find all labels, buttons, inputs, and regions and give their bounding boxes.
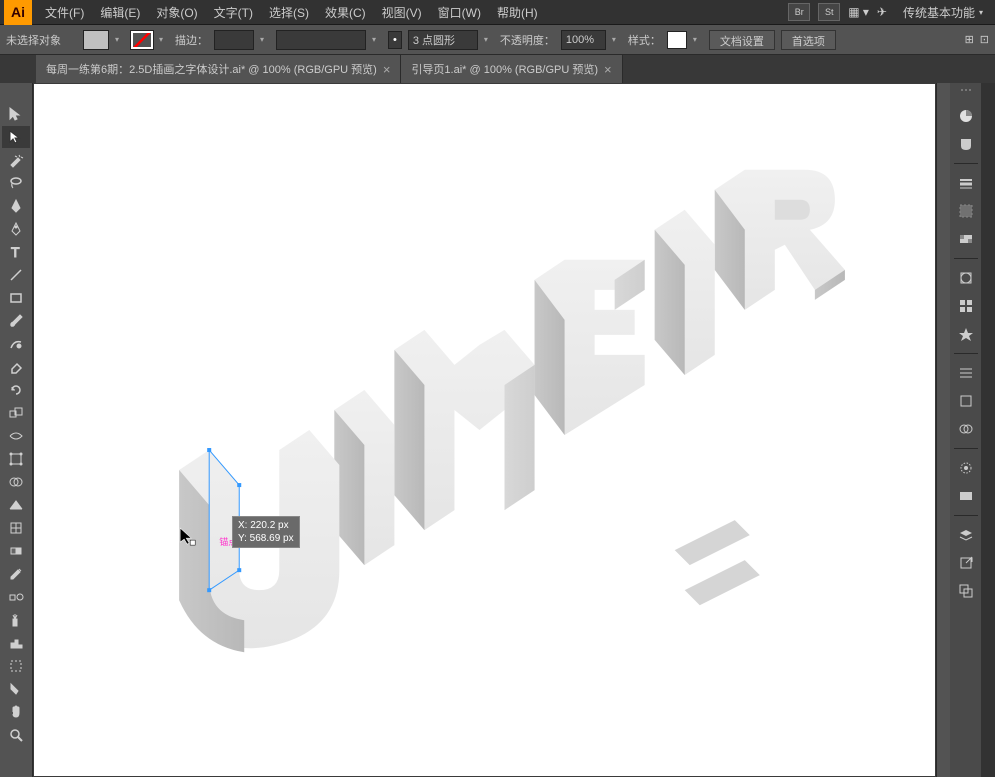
stock-button[interactable]: St — [818, 3, 840, 21]
scale-tool[interactable] — [2, 402, 30, 424]
menu-view[interactable]: 视图(V) — [374, 4, 430, 21]
menu-effect[interactable]: 效果(C) — [317, 4, 374, 21]
transform-panel-icon[interactable] — [955, 457, 977, 479]
lasso-tool[interactable] — [2, 172, 30, 194]
shape-builder-tool[interactable] — [2, 471, 30, 493]
pathfinder-panel-icon[interactable] — [955, 418, 977, 440]
brushes-panel-icon[interactable] — [955, 362, 977, 384]
info-panel-icon[interactable] — [955, 485, 977, 507]
document-tabs: 每周一练第6期：2.5D插画之字体设计.ai* @ 100% (RGB/GPU … — [0, 55, 995, 83]
gpu-icon[interactable]: ✈ — [877, 5, 887, 19]
rotate-tool[interactable] — [2, 379, 30, 401]
magic-wand-tool[interactable] — [2, 149, 30, 171]
menu-file[interactable]: 文件(F) — [37, 4, 92, 21]
arrange-docs-icon[interactable]: ▦ ▾ — [848, 5, 869, 19]
shaper-tool[interactable] — [2, 333, 30, 355]
curvature-tool[interactable] — [2, 218, 30, 240]
color-panel-icon[interactable] — [955, 105, 977, 127]
hand-tool[interactable] — [2, 701, 30, 723]
transparency-panel-icon[interactable] — [955, 228, 977, 250]
menu-object[interactable]: 对象(O) — [148, 4, 205, 21]
menu-edit[interactable]: 编辑(E) — [92, 4, 148, 21]
align-panel-icon[interactable] — [955, 390, 977, 412]
style-swatch[interactable] — [667, 31, 687, 49]
fill-swatch[interactable] — [83, 30, 109, 50]
zoom-tool[interactable] — [2, 724, 30, 746]
canvas[interactable]: 锚点 X: 220.2 px Y: 568.69 px — [33, 83, 936, 777]
artboards-panel-icon[interactable] — [955, 580, 977, 602]
artboard-tool[interactable] — [2, 655, 30, 677]
blend-tool[interactable] — [2, 586, 30, 608]
menu-type[interactable]: 文字(T) — [206, 4, 261, 21]
graphic-styles-panel-icon[interactable] — [955, 295, 977, 317]
swatches-panel-icon[interactable] — [955, 133, 977, 155]
menu-help[interactable]: 帮助(H) — [489, 4, 546, 21]
preferences-button[interactable]: 首选项 — [781, 30, 836, 50]
mesh-tool[interactable] — [2, 517, 30, 539]
control-bar: 未选择对象 ▾ ▾ 描边： ▾ ▾ • ▾ 不透明度： ▾ 样式： ▾ 文档设置… — [0, 25, 995, 55]
stroke-label: 描边： — [175, 32, 208, 48]
doc-tab-1[interactable]: 每周一练第6期：2.5D插画之字体设计.ai* @ 100% (RGB/GPU … — [36, 55, 401, 83]
stroke-width-input[interactable] — [214, 30, 254, 50]
stroke-profile[interactable] — [276, 30, 366, 50]
transform-icon[interactable]: ⊡ — [980, 33, 989, 46]
width-tool[interactable] — [2, 425, 30, 447]
symbol-sprayer-tool[interactable] — [2, 609, 30, 631]
asset-export-panel-icon[interactable] — [955, 552, 977, 574]
right-panel-dock — [950, 83, 981, 777]
stroke-swatch[interactable] — [131, 31, 153, 49]
coordinate-tooltip: X: 220.2 px Y: 568.69 px — [232, 516, 300, 548]
app-logo: Ai — [4, 0, 32, 25]
brush-input[interactable] — [408, 30, 478, 50]
perspective-grid-tool[interactable] — [2, 494, 30, 516]
menu-bar: Ai 文件(F) 编辑(E) 对象(O) 文字(T) 选择(S) 效果(C) 视… — [0, 0, 995, 25]
selection-tool[interactable] — [2, 103, 30, 125]
menu-window[interactable]: 窗口(W) — [430, 4, 489, 21]
style-label: 样式： — [628, 32, 661, 48]
free-transform-tool[interactable] — [2, 448, 30, 470]
svg-text:T: T — [11, 244, 20, 260]
symbols-panel-icon[interactable] — [955, 323, 977, 345]
gradient-tool[interactable] — [2, 540, 30, 562]
close-tab-1[interactable]: × — [383, 62, 391, 77]
doc-setup-button[interactable]: 文档设置 — [709, 30, 775, 50]
align-icon[interactable]: ⊞ — [965, 33, 974, 46]
fill-dropdown[interactable]: ▾ — [115, 35, 125, 44]
artwork-3d-text: 锚点 — [34, 84, 935, 776]
opacity-label: 不透明度： — [500, 32, 555, 48]
doc-tab-2[interactable]: 引导页1.ai* @ 100% (RGB/GPU 预览) × — [401, 55, 622, 83]
vertical-scrollbar[interactable] — [936, 83, 950, 777]
rectangle-tool[interactable] — [2, 287, 30, 309]
opacity-input[interactable] — [561, 30, 606, 50]
bridge-button[interactable]: Br — [788, 3, 810, 21]
menu-select[interactable]: 选择(S) — [261, 4, 317, 21]
stroke-dropdown[interactable]: ▾ — [159, 35, 169, 44]
toolbox: T — [0, 83, 33, 777]
close-tab-2[interactable]: × — [604, 62, 612, 77]
appearance-panel-icon[interactable] — [955, 267, 977, 289]
type-tool[interactable]: T — [2, 241, 30, 263]
stroke-panel-icon[interactable] — [955, 172, 977, 194]
gradient-panel-icon[interactable] — [955, 200, 977, 222]
eyedropper-tool[interactable] — [2, 563, 30, 585]
line-tool[interactable] — [2, 264, 30, 286]
slice-tool[interactable] — [2, 678, 30, 700]
pen-tool[interactable] — [2, 195, 30, 217]
direct-selection-tool[interactable] — [2, 126, 30, 148]
selection-status: 未选择对象 — [6, 32, 61, 48]
column-graph-tool[interactable] — [2, 632, 30, 654]
eraser-tool[interactable] — [2, 356, 30, 378]
layers-panel-icon[interactable] — [955, 524, 977, 546]
workspace-switcher[interactable]: 传统基本功能▾ — [895, 4, 991, 21]
paintbrush-tool[interactable] — [2, 310, 30, 332]
